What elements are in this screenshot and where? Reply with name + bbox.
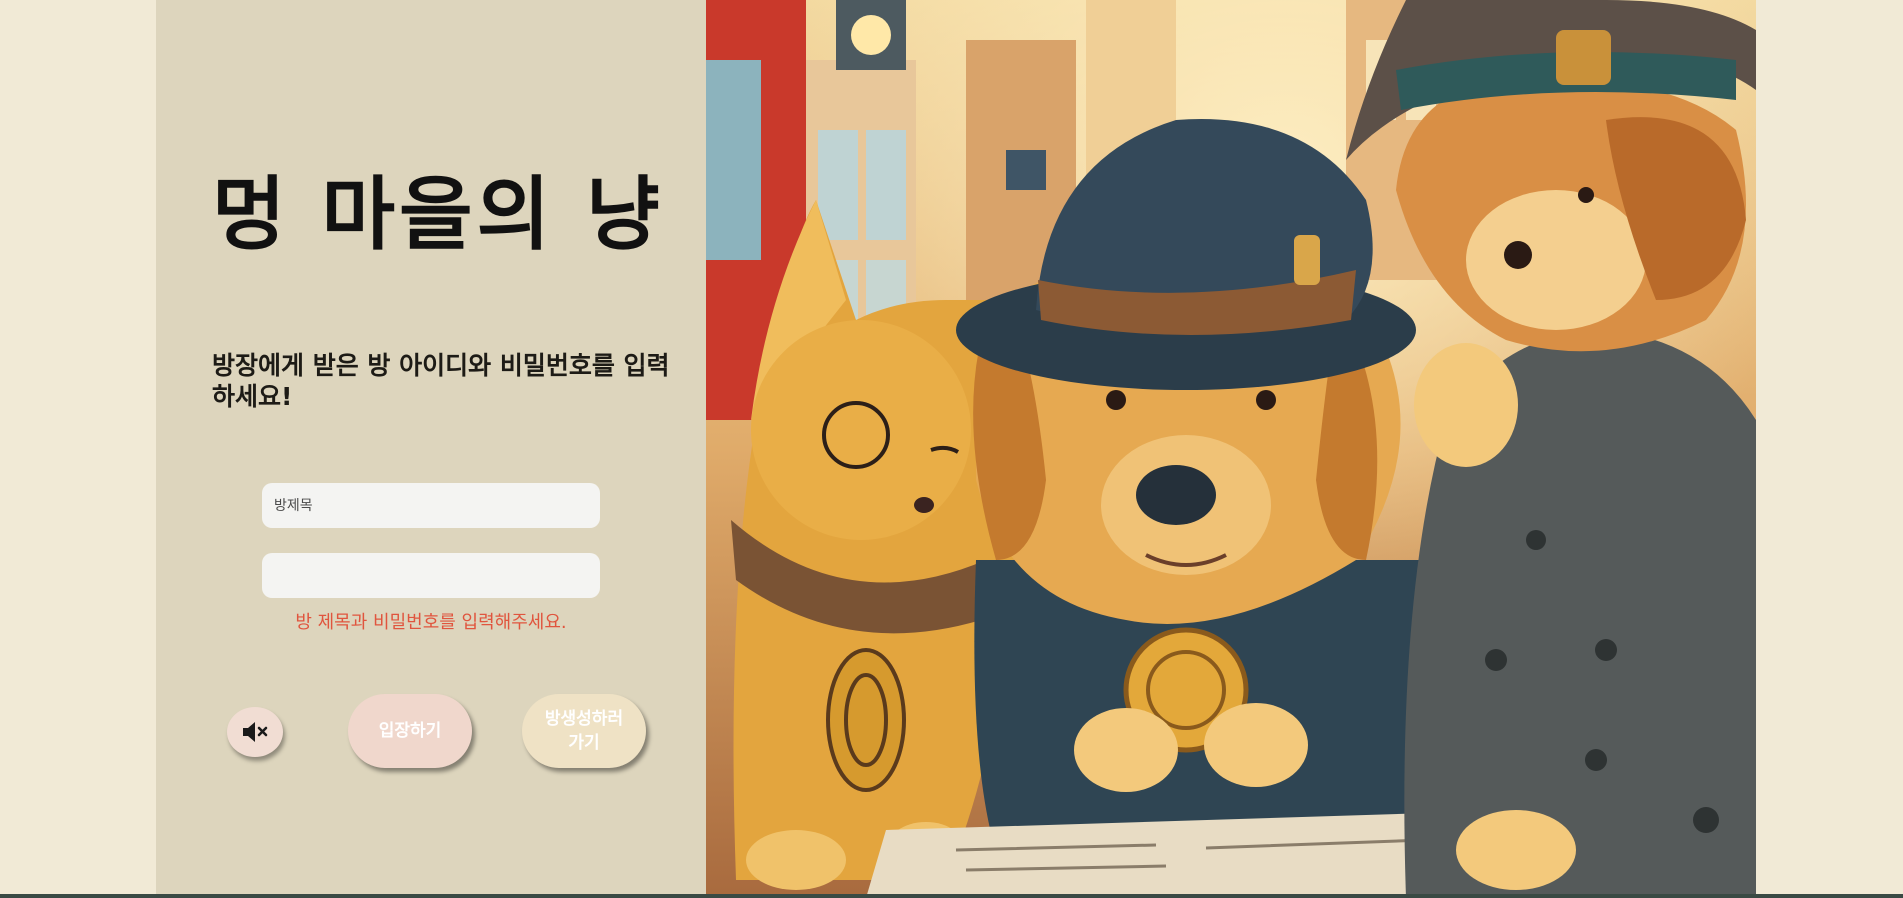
page: 멍 마을의 냥 방장에게 받은 방 아이디와 비밀번호를 입력하세요! 방 제목…: [0, 0, 1903, 898]
mute-button[interactable]: [227, 707, 283, 757]
bottom-bar: [0, 894, 1903, 898]
detective-illustration: [706, 0, 1756, 898]
detective-cat-and-dogs-illustration: [706, 0, 1756, 898]
room-password-input[interactable]: [262, 553, 600, 598]
instruction-text: 방장에게 받은 방 아이디와 비밀번호를 입력하세요!: [212, 351, 670, 411]
login-panel: 멍 마을의 냥 방장에게 받은 방 아이디와 비밀번호를 입력하세요! 방 제목…: [156, 0, 706, 898]
room-title-input[interactable]: [262, 483, 600, 528]
create-room-button[interactable]: 방생성하러가기: [522, 694, 646, 768]
speaker-mute-icon: [243, 722, 268, 742]
enter-button[interactable]: 입장하기: [348, 694, 472, 768]
error-message: 방 제목과 비밀번호를 입력해주세요.: [295, 612, 567, 633]
page-title: 멍 마을의 냥: [212, 168, 664, 261]
